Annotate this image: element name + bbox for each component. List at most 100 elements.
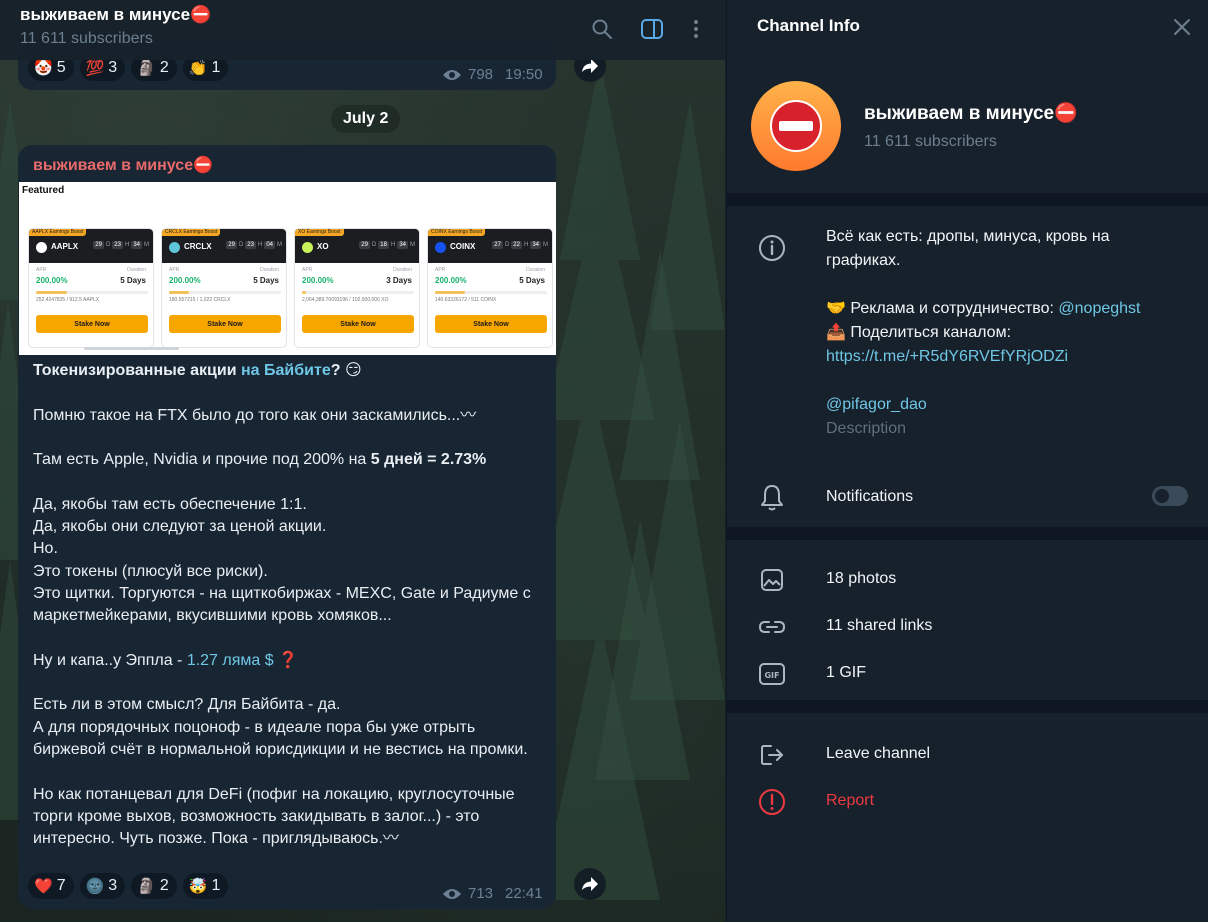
post-text: Токенизированные акции на Байбите? 😏 Пом… [33,360,548,851]
duration-label: Duration [260,267,279,273]
coinbase-logo-icon [435,242,446,253]
panel-title: Channel Info [757,16,860,35]
invite-link[interactable]: https://t.me/+R5dY6RVEfYRjODZi [826,345,1186,369]
duration-label: Duration [526,267,545,273]
notifications-toggle[interactable] [1152,486,1188,506]
countdown-hours: 23 [245,241,256,249]
countdown: 27 D 22 H 34 M [492,241,548,249]
duration-value: 5 Days [519,276,545,285]
ad-prefix: 🤝 Реклама и сотрудничество: [826,300,1059,317]
reaction-button[interactable]: 🤯 1 [182,873,229,899]
apr-value: 200.00% [169,276,201,285]
countdown-minutes-unit: M [410,242,415,248]
supply-text: 140.63326172 / 511 COINX [435,297,497,303]
reaction-count: 2 [159,877,169,894]
notifications-label[interactable]: Notifications [826,488,913,506]
report-icon [757,787,787,817]
sidebar-toggle-icon[interactable] [637,14,667,44]
post-meta: 713 22:41 [442,885,543,902]
chat-area: выживаем в минусе⛔ 11 611 subscribers 🤡 5… [0,0,725,922]
post-paragraph: Но как потанцевал для DeFi (пофиг на лок… [33,785,515,848]
earnings-card: AAPLX Earnings Boost AAPLX 29 D 23 H 34 M A… [28,228,154,348]
countdown-hours-unit: H [124,242,130,248]
post-line: Да, якобы там есть обеспечение 1:1. [33,495,307,513]
countdown-hours-unit: H [257,242,263,248]
shared-links[interactable]: 11 shared links [826,617,932,635]
description-line: Всё как есть: дропы, минуса, кровь на гр… [826,228,1110,269]
apr-value: 200.00% [302,276,334,285]
views-count: 713 [468,885,494,902]
stake-now-button: Stake Now [302,315,414,333]
channel-info-panel: Channel Info выживаем в минусе⛔ 11 611 s… [726,0,1208,922]
countdown-minutes: 04 [264,241,275,249]
duration-value: 5 Days [253,276,279,285]
post-line: Да, якобы они следуют за ценой акции. [33,518,327,536]
reaction-count: 3 [108,59,118,76]
countdown-minutes-unit: M [543,242,548,248]
post-image[interactable]: Featured AAPLX Earnings Boost AAPLX 29 D … [19,182,556,355]
duration-label: Duration [393,267,412,273]
stake-now-button: Stake Now [435,315,547,333]
reaction-emoji: 🗿 [137,877,156,895]
countdown-days-unit: D [504,242,510,248]
forward-button[interactable] [574,868,606,900]
forward-icon [582,59,598,73]
previous-message-meta: 798 19:50 [442,66,543,83]
forward-icon [582,877,598,891]
reaction-count: 7 [56,877,66,894]
gif-icon: GIF [757,659,787,689]
countdown-days: 29 [93,241,104,249]
earnings-card: CRCLX Earnings Boost CRCLX 29 D 23 H 04 M A… [161,228,287,348]
supply-progress [302,291,414,294]
ad-contact-link[interactable]: @nopeghst [1058,300,1140,317]
dao-handle-link[interactable]: @pifagor_dao [826,393,1186,417]
post-author[interactable]: выживаем в минусе⛔ [33,155,213,175]
reaction-emoji: 👏 [188,59,208,77]
reaction-count: 5 [56,59,66,76]
countdown-days-unit: D [238,242,244,248]
post-line: Но. [33,540,58,558]
more-vertical-icon[interactable] [681,14,711,44]
market-cap-link[interactable]: 1.27 ляма $ [187,652,274,669]
chat-header[interactable]: выживаем в минусе⛔ 11 611 subscribers [0,0,725,60]
no-entry-icon [770,100,822,152]
countdown-hours-unit: H [523,242,529,248]
reaction-button[interactable]: 🌚 3 [79,873,126,899]
svg-text:GIF: GIF [764,671,779,680]
search-icon[interactable] [587,14,617,44]
stake-now-button: Stake Now [169,315,281,333]
shared-gifs[interactable]: 1 GIF [826,664,866,682]
featured-label: Featured [22,185,65,196]
info-icon [757,233,787,263]
countdown-hours: 18 [378,241,389,249]
card-tag: COINX Earnings Boost [428,229,486,236]
reaction-button[interactable]: ❤️ 7 [28,873,74,899]
supply-text: 2,064,389.70093196 / 102,500,000 XO [302,297,389,303]
image-scrollbar [84,347,179,350]
photo-icon [757,565,787,595]
chat-title[interactable]: выживаем в минусе⛔ [20,5,211,25]
shared-photos[interactable]: 18 photos [826,570,896,588]
countdown: 29 D 23 H 34 M [93,241,149,249]
apr-label: APR [435,267,446,273]
leave-channel-button[interactable]: Leave channel [826,745,930,763]
leave-icon [757,740,787,770]
reaction-emoji: 🌚 [85,877,105,895]
channel-avatar[interactable] [751,81,841,171]
countdown-days-unit: D [105,242,111,248]
countdown-hours-unit: H [390,242,396,248]
reaction-emoji: 🤯 [188,877,208,895]
bybit-link[interactable]: на Байбите [241,362,331,379]
apr-label: APR [302,267,313,273]
apple-logo-icon [36,242,47,253]
views-count: 798 [468,66,494,83]
countdown: 29 D 23 H 04 M [226,241,282,249]
close-icon[interactable] [1169,14,1195,40]
reaction-emoji: 💯 [85,59,105,77]
date-separator: July 2 [331,105,401,133]
report-button[interactable]: Report [826,792,874,810]
card-ticker: COINX [450,242,476,251]
reaction-count: 2 [159,59,169,76]
chat-subscribers: 11 611 subscribers [20,30,153,47]
reaction-button[interactable]: 🗿 2 [131,873,177,899]
